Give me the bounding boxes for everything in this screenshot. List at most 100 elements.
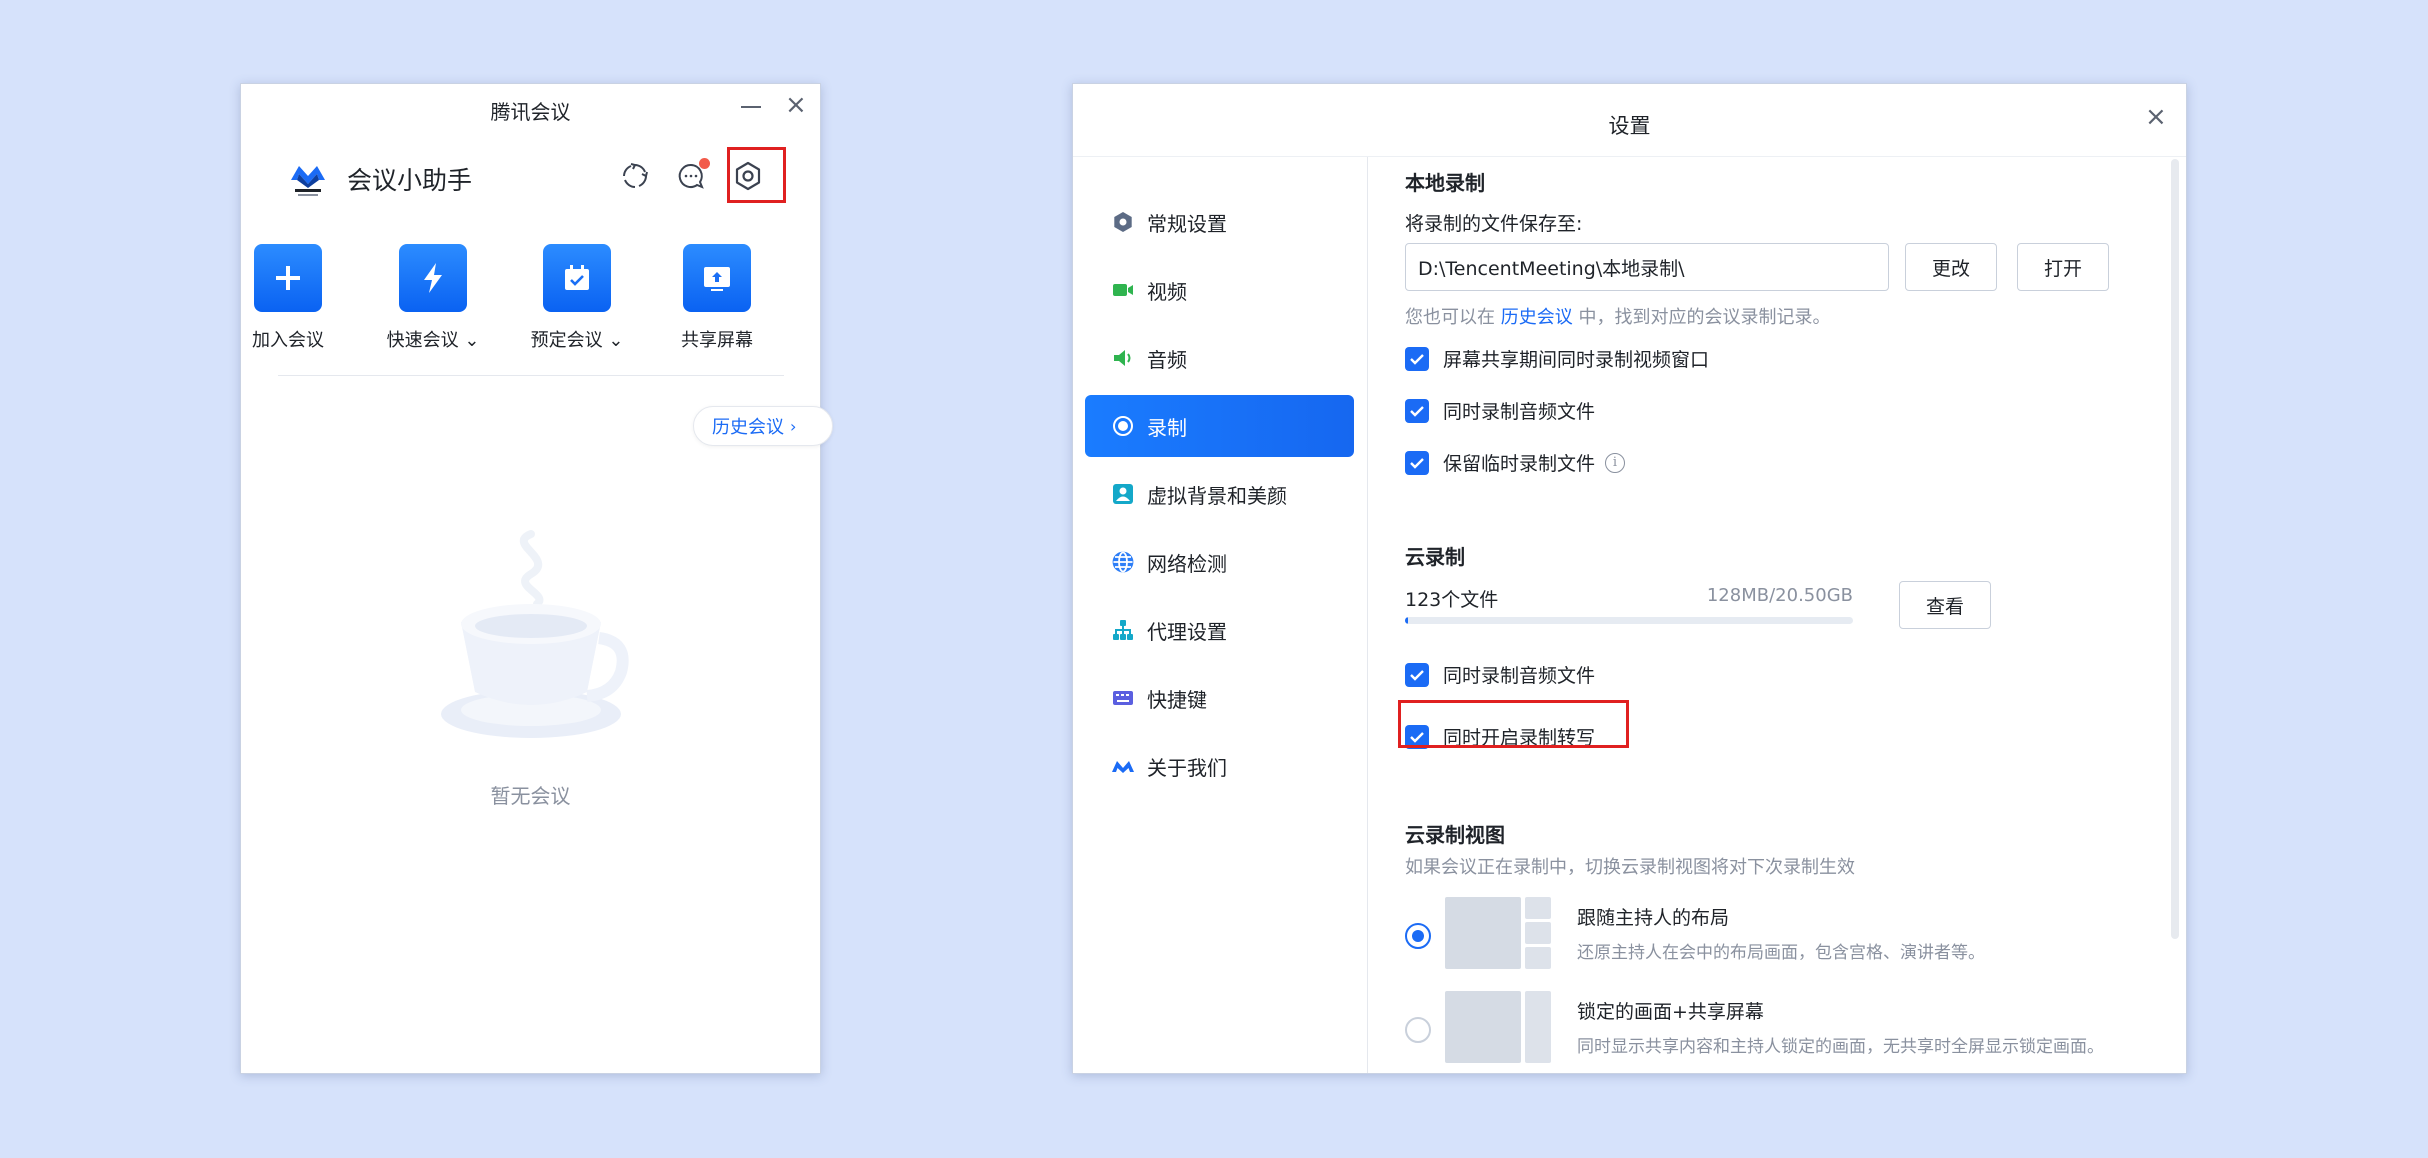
nav-item-recording[interactable]: 录制 — [1085, 395, 1354, 457]
speaker-icon — [1111, 346, 1135, 370]
history-meetings-button[interactable]: 历史会议 › — [693, 406, 833, 446]
grid-layout-thumbnail — [1445, 897, 1555, 969]
nav-item-about[interactable]: 关于我们 — [1085, 735, 1354, 797]
locked-layout-thumbnail — [1445, 991, 1555, 1063]
layout-option-title: 跟随主持人的布局 — [1577, 907, 1730, 929]
settings-title: 设置 — [1608, 114, 1651, 138]
layout-option-follow-host[interactable]: 跟随主持人的布局 还原主持人在会中的布局画面，包含宫格、演讲者等。 — [1405, 897, 1985, 969]
option-label: 同时录制音频文件 — [1443, 665, 1596, 687]
share-screen-icon — [683, 244, 751, 312]
settings-sidebar: 常规设置 视频 音频 录制 虚拟背景和美颜 网络检测 代理设置 快捷键 关于我们 — [1073, 157, 1368, 1073]
join-meeting-action[interactable]: 加入会议 — [228, 244, 348, 352]
tencent-meeting-logo-icon — [291, 166, 325, 196]
quick-meeting-action[interactable]: 快速会议 ⌄ — [373, 244, 493, 352]
chevron-down-icon[interactable]: ⌄ — [464, 330, 479, 351]
action-label: 预定会议 — [530, 330, 603, 351]
share-screen-action[interactable]: 共享屏幕 — [657, 244, 777, 352]
schedule-meeting-action[interactable]: 预定会议 ⌄ — [517, 244, 637, 352]
portrait-icon — [1111, 482, 1135, 506]
history-meetings-link[interactable]: 历史会议 — [1501, 307, 1573, 328]
option-label: 保留临时录制文件 — [1443, 453, 1596, 475]
recording-settings-panel: 本地录制 将录制的文件保存至: D:\TencentMeeting\本地录制\ … — [1369, 157, 2186, 1073]
nav-item-general[interactable]: 常规设置 — [1085, 191, 1354, 253]
cloud-view-description: 如果会议正在录制中，切换云录制视图将对下次录制生效 — [1405, 857, 1855, 878]
content-scrollbar[interactable] — [2171, 159, 2179, 939]
keyboard-icon — [1111, 686, 1135, 710]
assistant-name: 会议小助手 — [347, 166, 473, 195]
cloud-view-title: 云录制视图 — [1405, 823, 1505, 847]
save-path-input[interactable]: D:\TencentMeeting\本地录制\ — [1405, 243, 1889, 291]
calendar-icon — [543, 244, 611, 312]
option-record-video-during-share[interactable]: 屏幕共享期间同时录制视频窗口 — [1405, 345, 1709, 372]
camera-icon — [1111, 278, 1135, 302]
record-icon — [1111, 414, 1135, 438]
radio-selected-icon[interactable] — [1405, 923, 1431, 949]
gear-icon — [1111, 210, 1135, 234]
cloud-recording-title: 云录制 — [1405, 545, 1465, 569]
nav-label: 快捷键 — [1147, 687, 1207, 712]
nav-item-proxy[interactable]: 代理设置 — [1085, 599, 1354, 661]
checkbox-checked-icon[interactable] — [1405, 346, 1429, 371]
nav-label: 代理设置 — [1147, 619, 1227, 644]
sync-icon[interactable] — [615, 156, 655, 196]
option-label: 屏幕共享期间同时录制视频窗口 — [1443, 349, 1710, 371]
change-path-button[interactable]: 更改 — [1905, 243, 1997, 291]
checkbox-checked-icon[interactable] — [1405, 662, 1429, 687]
coffee-cup-illustration — [441, 530, 629, 738]
action-label: 快速会议 — [386, 330, 459, 351]
nav-item-network-check[interactable]: 网络检测 — [1085, 531, 1354, 593]
tencent-meeting-main-window: 腾讯会议 × 会议小助手 加入会议 快速会议 ⌄ 预定会议 ⌄ 共享屏幕 历史会… — [240, 83, 833, 1074]
notification-dot — [699, 158, 710, 169]
option-keep-temp-files[interactable]: 保留临时录制文件 i — [1405, 449, 1626, 476]
close-button[interactable]: × — [785, 92, 807, 118]
nav-item-audio[interactable]: 音频 — [1085, 327, 1354, 389]
tencent-meeting-logo-icon — [1111, 754, 1135, 778]
layout-option-desc: 还原主持人在会中的布局画面，包含宫格、演讲者等。 — [1577, 943, 1985, 963]
nav-label: 虚拟背景和美颜 — [1147, 483, 1287, 508]
local-recording-title: 本地录制 — [1405, 171, 1485, 195]
nav-item-virtual-background[interactable]: 虚拟背景和美颜 — [1085, 463, 1354, 525]
layout-option-desc: 同时显示共享内容和主持人锁定的画面，无共享时全屏显示锁定画面。 — [1577, 1037, 2104, 1057]
nav-label: 录制 — [1147, 415, 1187, 440]
option-record-audio-file[interactable]: 同时录制音频文件 — [1405, 397, 1595, 424]
network-icon — [1111, 618, 1135, 642]
nav-item-shortcuts[interactable]: 快捷键 — [1085, 667, 1354, 729]
action-label: 共享屏幕 — [681, 330, 753, 351]
view-cloud-files-button[interactable]: 查看 — [1899, 581, 1991, 629]
history-label: 历史会议 — [712, 417, 784, 438]
layout-option-locked-share[interactable]: 锁定的画面+共享屏幕 同时显示共享内容和主持人锁定的画面，无共享时全屏显示锁定画… — [1405, 991, 2104, 1063]
nav-label: 常规设置 — [1147, 211, 1227, 236]
storage-progress-bar — [1405, 617, 1853, 624]
close-button[interactable]: × — [2145, 104, 2167, 130]
action-label: 加入会议 — [252, 330, 324, 351]
globe-icon — [1111, 550, 1135, 574]
option-label: 同时录制音频文件 — [1443, 401, 1596, 423]
transcription-highlight-box — [1398, 700, 1629, 748]
chevron-right-icon: › — [790, 416, 797, 436]
window-title: 腾讯会议 — [490, 100, 571, 124]
settings-window: 设置 × 常规设置 视频 音频 录制 虚拟背景和美颜 网络检测 代理设置 快捷键… — [1072, 83, 2187, 1074]
option-cloud-record-audio[interactable]: 同时录制音频文件 — [1405, 661, 1595, 688]
history-hint: 您也可以在 历史会议 中，找到对应的会议录制记录。 — [1405, 303, 1830, 329]
open-folder-button[interactable]: 打开 — [2017, 243, 2109, 291]
nav-label: 关于我们 — [1147, 755, 1227, 780]
radio-unselected-icon[interactable] — [1405, 1017, 1431, 1043]
cloud-storage-usage: 128MB/20.50GB — [1706, 585, 1853, 606]
cloud-file-count: 123个文件 — [1405, 589, 1499, 611]
empty-state-text: 暂无会议 — [490, 784, 571, 808]
storage-progress-fill — [1405, 617, 1408, 624]
info-icon[interactable]: i — [1605, 452, 1626, 473]
layout-option-title: 锁定的画面+共享屏幕 — [1577, 1001, 1764, 1023]
hint-prefix: 您也可以在 — [1405, 307, 1495, 328]
save-location-label: 将录制的文件保存至: — [1405, 213, 1583, 235]
lightning-icon — [399, 244, 467, 312]
settings-highlight-box — [727, 147, 786, 203]
divider — [278, 375, 784, 376]
minimize-button[interactable] — [741, 106, 761, 108]
checkbox-checked-icon[interactable] — [1405, 450, 1429, 475]
nav-label: 视频 — [1147, 279, 1187, 304]
checkbox-checked-icon[interactable] — [1405, 398, 1429, 423]
nav-item-video[interactable]: 视频 — [1085, 259, 1354, 321]
nav-label: 音频 — [1147, 347, 1187, 372]
chevron-down-icon[interactable]: ⌄ — [608, 330, 623, 351]
